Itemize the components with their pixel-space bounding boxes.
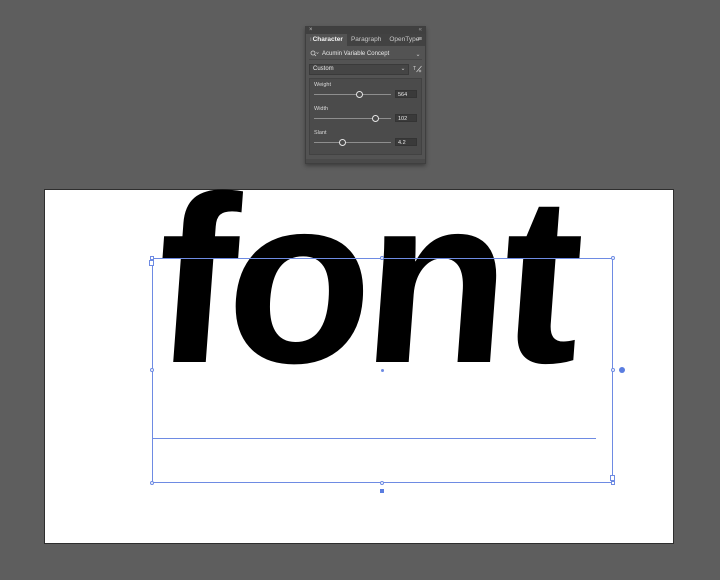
type-height-handle[interactable] [380, 489, 384, 493]
variable-axes: Weight 564 Width 102 Slant 4.2 [309, 78, 422, 155]
collapse-icon[interactable]: « [419, 27, 422, 34]
handle-middle-right[interactable] [611, 368, 615, 372]
handle-middle-left[interactable] [150, 368, 154, 372]
out-port-icon[interactable] [610, 475, 615, 481]
handle-bottom-left[interactable] [150, 481, 154, 485]
svg-text:T: T [413, 66, 416, 72]
axis-width-label: Width [314, 106, 329, 112]
slant-slider[interactable] [314, 139, 391, 146]
handle-top-right[interactable] [611, 256, 615, 260]
width-slider[interactable] [314, 115, 391, 122]
font-style-select[interactable]: Custom ⌄ [309, 63, 409, 75]
chevron-down-icon: ⌄ [400, 65, 406, 72]
font-family-name: Acumin Variable Concept [322, 51, 390, 57]
character-panel: × « ⁝Character Paragraph OpenType ≡ Acum… [305, 26, 426, 164]
font-style-row: Custom ⌄ T [309, 63, 422, 75]
artboard[interactable]: font [44, 148, 674, 544]
panel-title-bar[interactable]: × « [306, 27, 425, 34]
search-icon[interactable] [310, 50, 320, 59]
grip-icon: ⁝ [310, 37, 312, 43]
axis-weight: Weight 564 [312, 82, 419, 106]
slant-slider-thumb[interactable] [338, 139, 346, 146]
hamburger-icon[interactable]: ≡ [418, 34, 422, 46]
handle-bottom-right[interactable] [611, 481, 615, 485]
variable-font-icon[interactable]: T [412, 65, 422, 74]
close-icon[interactable]: × [309, 27, 313, 34]
center-point [381, 369, 384, 372]
axis-width: Width 102 [312, 106, 419, 130]
handle-top-center[interactable] [380, 256, 384, 260]
font-family-field[interactable]: Acumin Variable Concept ⌄ [309, 49, 422, 60]
panel-tabs: ⁝Character Paragraph OpenType ≡ [306, 34, 425, 46]
in-port-icon[interactable] [149, 260, 154, 266]
weight-value-field[interactable]: 564 [395, 90, 417, 98]
weight-slider[interactable] [314, 91, 391, 98]
variable-font-icon-svg: T [413, 65, 422, 73]
handle-bottom-center[interactable] [380, 481, 384, 485]
tab-character-label: Character [312, 36, 343, 43]
width-slider-thumb[interactable] [371, 115, 379, 122]
tab-character[interactable]: ⁝Character [306, 34, 347, 46]
weight-slider-thumb[interactable] [355, 91, 363, 98]
axis-slant-label: Slant [314, 130, 327, 136]
font-style-value: Custom [313, 66, 334, 72]
width-value-field[interactable]: 102 [395, 114, 417, 122]
tab-paragraph[interactable]: Paragraph [347, 34, 385, 46]
slant-value-field[interactable]: 4.2 [395, 138, 417, 146]
search-icon-svg [310, 50, 319, 56]
axis-weight-label: Weight [314, 82, 332, 88]
type-width-handle[interactable] [619, 367, 625, 373]
chevron-down-icon[interactable]: ⌄ [414, 51, 422, 58]
